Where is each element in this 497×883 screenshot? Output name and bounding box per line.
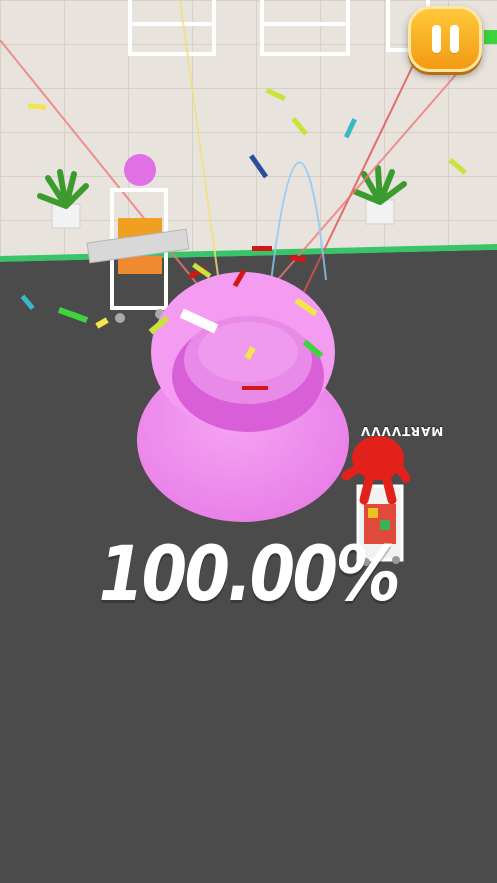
pause-button[interactable] [408, 6, 482, 72]
pink-blob [137, 272, 349, 522]
pause-icon [431, 25, 459, 53]
game-scene [0, 0, 497, 883]
